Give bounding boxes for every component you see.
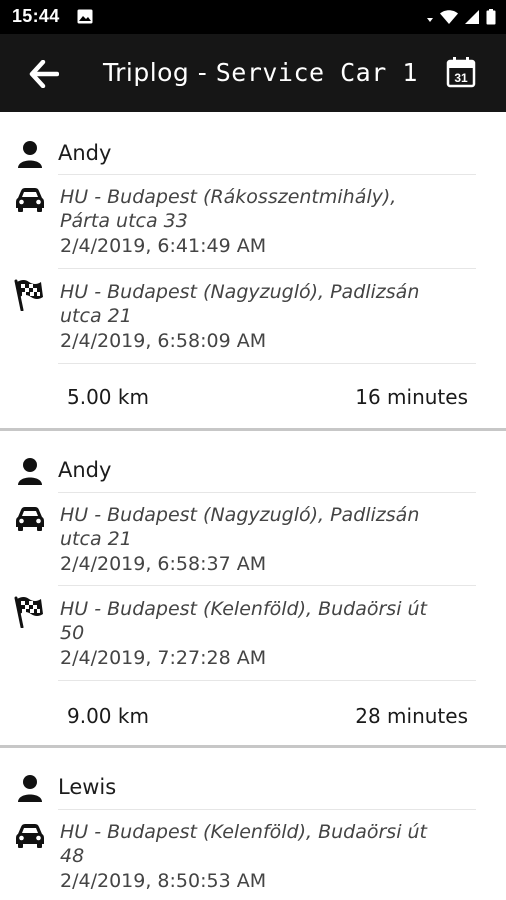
car-icon: [14, 820, 46, 852]
calendar-icon: 31: [446, 57, 476, 88]
trip-distance: 5.00 km: [67, 385, 149, 409]
divider: [58, 585, 476, 586]
checkered-flag-icon: [12, 595, 44, 628]
person-icon: [14, 772, 46, 804]
start-address: HU - Budapest (Rákosszentmihály),: [60, 186, 397, 208]
person-icon: [14, 455, 46, 487]
photo-notification-icon: [77, 9, 93, 24]
end-address: utca 21: [60, 305, 132, 327]
trip-card[interactable]: Lewis HU - Budapest (Kelenföld), Budaörs…: [0, 748, 506, 900]
back-button[interactable]: [24, 56, 64, 92]
driver-name: Andy: [58, 458, 112, 482]
svg-text:31: 31: [454, 71, 468, 85]
trip-distance: 9.00 km: [67, 704, 149, 728]
divider: [58, 809, 476, 810]
arrow-left-icon: [29, 60, 59, 88]
start-time: 2/4/2019, 6:41:49 AM: [60, 235, 267, 257]
end-address: HU - Budapest (Nagyzugló), Padlizsán: [60, 281, 420, 303]
title-car: Service Car 1: [215, 58, 418, 87]
driver-name: Lewis: [58, 775, 117, 799]
trip-duration: 28 minutes: [355, 704, 468, 728]
end-time: 2/4/2019, 7:27:28 AM: [60, 647, 267, 669]
status-icons: [426, 8, 496, 26]
divider: [58, 268, 476, 269]
cell-signal-icon: [465, 9, 479, 24]
divider: [58, 680, 476, 681]
app-bar: Triplog - Service Car 1 31: [0, 34, 506, 112]
checkered-flag-icon: [12, 278, 44, 311]
trip-card[interactable]: Andy HU - Budapest (Rákosszentmihály), P…: [0, 112, 506, 430]
status-bar: 15:44: [0, 0, 506, 34]
start-address: Párta utca 33: [60, 210, 188, 232]
car-icon: [14, 184, 46, 216]
start-address: HU - Budapest (Kelenföld), Budaörsi út: [60, 821, 428, 843]
start-address: 48: [60, 845, 85, 867]
data-transfer-icon: [427, 18, 433, 22]
calendar-button[interactable]: 31: [446, 56, 480, 92]
end-address: HU - Budapest (Kelenföld), Budaörsi út: [60, 598, 428, 620]
title-prefix: Triplog -: [103, 58, 216, 87]
start-time: 2/4/2019, 8:50:53 AM: [60, 870, 267, 892]
divider: [58, 492, 476, 493]
start-time: 2/4/2019, 6:58:37 AM: [60, 553, 267, 575]
divider: [58, 174, 476, 175]
person-icon: [14, 138, 46, 170]
end-address: 50: [60, 622, 85, 644]
start-address: utca 21: [60, 528, 132, 550]
wifi-icon: [440, 9, 458, 24]
trip-card[interactable]: Andy HU - Budapest (Nagyzugló), Padlizsá…: [0, 431, 506, 747]
driver-name: Andy: [58, 141, 112, 165]
battery-icon: [486, 9, 496, 25]
car-icon: [14, 503, 46, 535]
page-title: Triplog - Service Car 1: [103, 58, 418, 87]
divider: [58, 363, 476, 364]
status-time: 15:44: [12, 6, 60, 26]
end-time: 2/4/2019, 6:58:09 AM: [60, 330, 267, 352]
trip-duration: 16 minutes: [355, 385, 468, 409]
start-address: HU - Budapest (Nagyzugló), Padlizsán: [60, 504, 420, 526]
